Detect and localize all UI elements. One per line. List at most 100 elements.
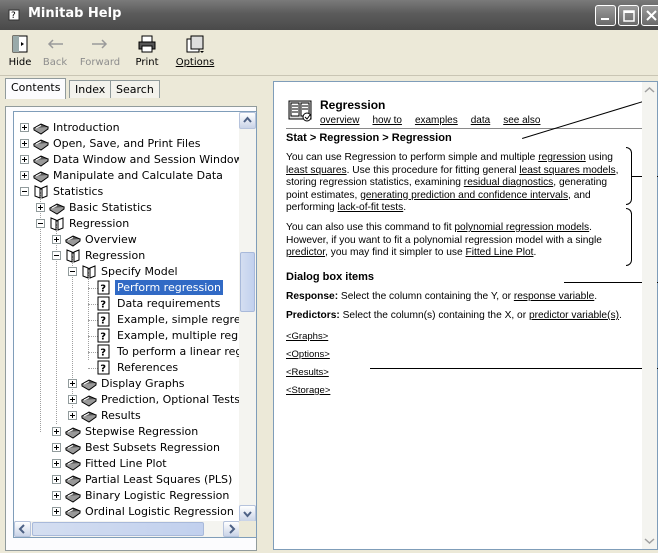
collapse-icon[interactable] [20, 187, 29, 196]
svg-text:?: ? [11, 11, 16, 21]
link-options[interactable]: <Options> [286, 349, 330, 360]
tree-item-open-save-print[interactable]: Open, Save, and Print Files [14, 136, 240, 152]
expand-icon[interactable] [52, 443, 61, 452]
collapse-icon[interactable] [36, 219, 45, 228]
book-topic-icon [288, 100, 312, 122]
link-lack-of-fit[interactable]: lack-of-fit tests [338, 202, 404, 213]
tree-item-data-requirements[interactable]: ? Data requirements [14, 296, 240, 312]
collapse-icon[interactable] [52, 251, 61, 260]
forward-button[interactable]: Forward [78, 33, 122, 75]
tree-item-statistics[interactable]: Statistics [14, 184, 240, 200]
tree-item-results[interactable]: Results [14, 408, 240, 424]
scroll-down-button[interactable] [239, 505, 256, 522]
expand-icon[interactable] [20, 155, 29, 164]
scroll-right-button[interactable] [223, 521, 240, 537]
closed-book-icon [32, 152, 50, 167]
link-how-to[interactable]: how to [372, 115, 401, 126]
expand-icon[interactable] [20, 171, 29, 180]
link-least-squares[interactable]: least squares [286, 165, 347, 176]
link-residual-diagnostics[interactable]: residual diagnostics [464, 177, 553, 188]
tree-item-binary-logistic[interactable]: Binary Logistic Regression [14, 488, 240, 504]
expand-icon[interactable] [68, 411, 77, 420]
link-fitted-line-plot[interactable]: Fitted Line Plot [466, 247, 534, 258]
tree-item-manipulate[interactable]: Manipulate and Calculate Data [14, 168, 240, 184]
link-response-variable[interactable]: response variable [514, 291, 594, 302]
topic-pane: Regression overview how to examples data see… [270, 78, 658, 553]
svg-text:?: ? [100, 364, 106, 375]
navigation-pane: Contents Index Search Introduction Open, … [0, 78, 262, 553]
expand-icon[interactable] [52, 507, 61, 516]
tree-item-specify-model[interactable]: Specify Model [14, 264, 240, 280]
horizontal-scroll-thumb[interactable] [32, 522, 204, 536]
link-predictor[interactable]: predictor [286, 247, 325, 258]
tree-item-label: Basic Statistics [69, 201, 152, 214]
text: , generating [553, 177, 608, 188]
expand-icon[interactable] [68, 379, 77, 388]
tree-item-example-simple[interactable]: ? Example, simple regres [14, 312, 240, 328]
tree-item-label: Overview [85, 233, 137, 246]
link-results[interactable]: <Results> [286, 367, 329, 378]
expand-icon[interactable] [52, 235, 61, 244]
collapse-icon[interactable] [68, 267, 77, 276]
topic-vertical-scrollbar[interactable] [642, 82, 657, 549]
tree-item-ordinal-logistic[interactable]: Ordinal Logistic Regression [14, 504, 240, 520]
closed-book-icon [80, 376, 98, 391]
minimize-button[interactable] [595, 5, 616, 26]
tree-item-basic-statistics[interactable]: Basic Statistics [14, 200, 240, 216]
expand-icon[interactable] [52, 427, 61, 436]
link-overview[interactable]: overview [320, 115, 359, 126]
link-predictor-variables[interactable]: predictor variable(s) [529, 310, 619, 321]
scroll-left-button[interactable] [14, 521, 31, 537]
tree-item-example-multiple[interactable]: ? Example, multiple regre [14, 328, 240, 344]
link-polynomial-models[interactable]: polynomial regression models [454, 222, 589, 233]
options-button[interactable]: Options [174, 33, 216, 75]
link-examples[interactable]: examples [415, 115, 458, 126]
tree-item-best-subsets[interactable]: Best Subsets Regression [14, 440, 240, 456]
tree-item-introduction[interactable]: Introduction [14, 120, 240, 136]
expand-icon[interactable] [52, 459, 61, 468]
maximize-button[interactable] [618, 5, 639, 26]
scroll-up-button[interactable] [239, 112, 256, 129]
tab-index[interactable]: Index [69, 80, 112, 98]
tree-item-fitted-line-plot[interactable]: Fitted Line Plot [14, 456, 240, 472]
expand-icon[interactable] [20, 139, 29, 148]
tree-item-pls[interactable]: Partial Least Squares (PLS) [14, 472, 240, 488]
back-button[interactable]: Back [40, 33, 70, 75]
expand-icon[interactable] [68, 395, 77, 404]
link-least-squares-models[interactable]: least squares models [519, 165, 615, 176]
tree-item-perform-regression[interactable]: ? Perform regression [14, 280, 240, 296]
toolbar: Hide Back Forward Print Options [0, 30, 658, 76]
tree-item-references[interactable]: ? References [14, 360, 240, 376]
tree-vertical-scrollbar[interactable] [239, 112, 256, 522]
tree-item-overview[interactable]: Overview [14, 232, 240, 248]
link-regression[interactable]: regression [538, 152, 586, 163]
tab-contents[interactable]: Contents [5, 78, 67, 99]
tree-item-to-perform-linear[interactable]: ? To perform a linear reg [14, 344, 240, 360]
tree-horizontal-scrollbar[interactable] [14, 521, 240, 537]
tree-item-regression-sub[interactable]: Regression [14, 248, 240, 264]
link-see-also[interactable]: see also [503, 115, 540, 126]
svg-text:?: ? [100, 348, 106, 359]
close-button[interactable] [641, 5, 658, 26]
link-storage[interactable]: <Storage> [286, 385, 330, 396]
tree-item-label: Display Graphs [101, 377, 185, 390]
tree-item-display-graphs[interactable]: Display Graphs [14, 376, 240, 392]
tree-item-data-window[interactable]: Data Window and Session Window [14, 152, 240, 168]
link-data[interactable]: data [471, 115, 490, 126]
tree-item-stepwise[interactable]: Stepwise Regression [14, 424, 240, 440]
contents-tree[interactable]: Introduction Open, Save, and Print Files D… [13, 111, 257, 538]
expand-icon[interactable] [20, 123, 29, 132]
expand-icon[interactable] [36, 203, 45, 212]
print-button[interactable]: Print [130, 33, 164, 75]
expand-icon[interactable] [52, 491, 61, 500]
tree-item-label: Regression [85, 249, 146, 262]
link-prediction-intervals[interactable]: generating prediction and confidence int… [360, 190, 568, 201]
tab-search[interactable]: Search [110, 80, 160, 98]
link-graphs[interactable]: <Graphs> [286, 331, 328, 342]
scroll-thumb[interactable] [240, 252, 255, 312]
text: , and [568, 189, 591, 201]
hide-button[interactable]: Hide [4, 33, 36, 75]
tree-item-prediction-tests[interactable]: Prediction, Optional Tests , [14, 392, 240, 408]
expand-icon[interactable] [52, 475, 61, 484]
tree-item-regression[interactable]: Regression [14, 216, 240, 232]
